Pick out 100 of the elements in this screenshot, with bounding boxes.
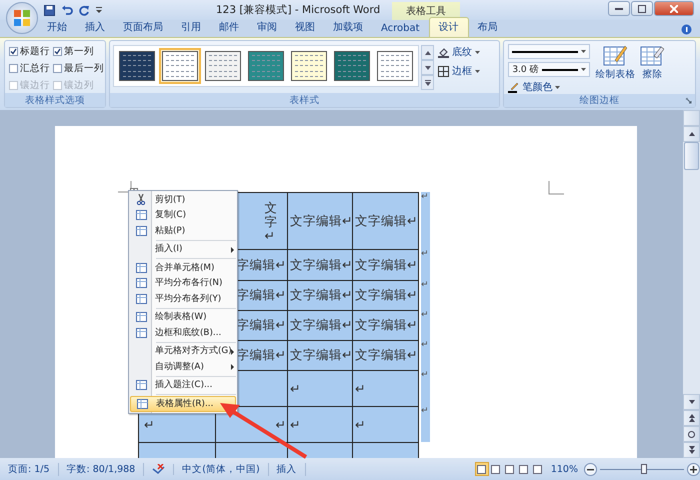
checkbox[interactable] (53, 46, 62, 56)
scroll-up-button[interactable] (421, 45, 434, 60)
scissors-icon (136, 194, 146, 206)
office-button[interactable] (6, 2, 38, 34)
redo-icon[interactable] (79, 4, 90, 16)
more-button[interactable] (421, 75, 434, 90)
pen-color-button[interactable]: 笔颜色 (508, 80, 590, 94)
ribbon-tab[interactable]: 加载项 (324, 18, 372, 37)
menu-item[interactable]: 表格属性(R)... (130, 396, 236, 412)
submenu-arrow-icon (231, 348, 234, 354)
checkbox[interactable] (53, 64, 62, 73)
checkbox-label[interactable]: 汇总行 (20, 62, 50, 75)
table-eraser-icon (640, 44, 664, 66)
shading-button[interactable]: 底纹 (438, 45, 480, 59)
ruler-toggle-button[interactable] (683, 110, 700, 126)
table-cell: 文字编辑↵ (352, 340, 419, 371)
down-arrow-icon (688, 400, 694, 404)
table-icon (136, 380, 146, 390)
dropdown-arrow-icon (581, 68, 586, 71)
close-icon (670, 4, 678, 12)
checkbox[interactable] (9, 46, 18, 56)
ribbon-tab[interactable]: 邮件 (210, 18, 248, 37)
word-count[interactable]: 字数: 80/1,988 (58, 462, 144, 476)
table-cell: 文字编辑↵ (287, 340, 353, 371)
undo-icon[interactable] (61, 4, 73, 16)
ribbon-tab[interactable]: 布局 (468, 18, 507, 37)
margin-corner-mark (548, 181, 564, 195)
checkbox-label[interactable]: 第一列 (64, 44, 94, 58)
group-label: 表格样式选项 (5, 93, 105, 107)
insert-mode-indicator[interactable]: 插入 (268, 462, 306, 476)
view-button[interactable] (516, 462, 531, 476)
row-end-mark: ↵ (421, 340, 430, 370)
checkbox-label[interactable]: 标题行 (20, 44, 50, 58)
ribbon-tab[interactable]: 开始 (38, 18, 76, 37)
close-button[interactable] (654, 1, 694, 16)
next-page-button[interactable] (683, 442, 700, 458)
row-end-mark: ↵ (421, 249, 430, 280)
view-button[interactable] (488, 462, 503, 476)
line-weight-dropdown[interactable]: 3.0 磅 (508, 62, 590, 77)
save-icon[interactable] (44, 4, 55, 16)
view-button[interactable] (502, 462, 517, 476)
table-icon (136, 262, 146, 273)
draw-table-button[interactable]: 绘制表格 (595, 44, 636, 94)
four-squares-logo-icon (13, 9, 31, 27)
ribbon-tab[interactable]: 页面布局 (114, 18, 172, 37)
table-icon (136, 398, 148, 409)
line-style-dropdown[interactable] (508, 44, 590, 59)
scroll-down-button[interactable] (421, 60, 434, 75)
row-end-mark: ↵ (421, 370, 430, 406)
table-cell: 文字编辑↵ (352, 249, 419, 281)
language-indicator[interactable]: 中文(简体，中国) (174, 462, 269, 476)
ribbon-tab[interactable]: Acrobat (372, 21, 429, 37)
proofing-icon[interactable] (152, 464, 166, 474)
scroll-up-button[interactable] (683, 126, 700, 142)
circle-icon (688, 430, 695, 438)
help-icon[interactable] (681, 24, 692, 35)
group-label: 绘图边框 (580, 94, 620, 107)
table-cell: ↵ (352, 406, 419, 443)
page-count[interactable]: 页面: 1/5 (0, 462, 59, 476)
dropdown-icon[interactable] (96, 6, 102, 14)
checkbox[interactable] (9, 64, 18, 73)
borders-button[interactable]: 边框 (438, 64, 480, 78)
table-pencil-icon (603, 44, 628, 66)
view-button[interactable] (530, 462, 545, 476)
view-button[interactable] (474, 462, 489, 476)
minimize-button[interactable] (608, 1, 630, 16)
ribbon-tab[interactable]: 设计 (428, 17, 469, 37)
table-icon (136, 278, 146, 288)
row-end-mark: ↵ (421, 406, 430, 442)
menu-item[interactable]: 插入题注(C)... (130, 378, 236, 393)
zoom-slider-thumb[interactable] (640, 464, 647, 474)
browse-object-button[interactable] (683, 426, 700, 442)
eraser-button[interactable]: 擦除 (640, 44, 664, 94)
dropdown-arrow-icon (475, 50, 480, 54)
table-cell: 文字编辑↵ (287, 280, 353, 311)
ribbon-tab[interactable]: 引用 (172, 18, 210, 37)
pencil-icon (508, 82, 520, 92)
zoom-slider[interactable] (600, 462, 684, 476)
previous-page-button[interactable] (683, 410, 700, 426)
zoom-out-button[interactable] (584, 462, 597, 476)
zoom-in-button[interactable] (687, 462, 700, 476)
ribbon-tab[interactable]: 审阅 (248, 18, 286, 37)
dropdown-arrow-icon (581, 50, 586, 53)
zoom-level[interactable]: 110% (550, 464, 578, 474)
maximize-icon (638, 4, 646, 12)
table-cell: 文字编辑↵ (352, 310, 419, 341)
minimize-icon (615, 8, 623, 10)
ribbon-tab[interactable]: 插入 (76, 18, 114, 37)
row-end-mark: ↵ (421, 280, 430, 310)
table-cell: 文字编辑↵ (287, 310, 353, 341)
scroll-down-button[interactable] (683, 394, 700, 410)
table-cell: 文字编辑↵ (287, 192, 353, 250)
maximize-button[interactable] (631, 1, 653, 16)
submenu-arrow-icon (231, 364, 234, 370)
checkbox-label[interactable]: 最后一列 (64, 62, 104, 75)
dialog-launcher-icon[interactable] (686, 98, 692, 104)
scrollbar-thumb[interactable] (684, 142, 699, 170)
table-icon (136, 328, 146, 338)
table-cell: ↵ (287, 406, 353, 443)
ribbon-tab[interactable]: 视图 (286, 18, 324, 37)
